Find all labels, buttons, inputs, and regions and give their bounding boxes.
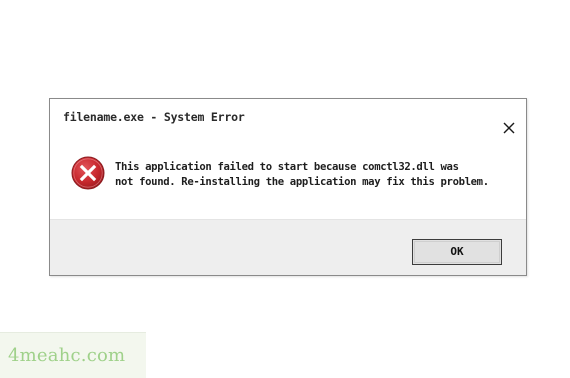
watermark: 4meahc.com	[0, 332, 146, 378]
error-icon	[70, 155, 106, 191]
dialog-body: This application failed to start because…	[50, 135, 526, 221]
error-message: This application failed to start because…	[115, 160, 515, 190]
watermark-text: 4meahc.com	[8, 345, 126, 366]
dialog-titlebar[interactable]: filename.exe - System Error	[50, 99, 526, 135]
screen: filename.exe - System Error This applica…	[0, 0, 570, 378]
system-error-dialog: filename.exe - System Error This applica…	[49, 98, 527, 276]
error-message-line-1: This application failed to start because…	[115, 161, 459, 173]
dialog-title: filename.exe - System Error	[63, 110, 245, 124]
dialog-footer: OK	[50, 219, 526, 275]
error-message-line-2: not found. Re-installing the application…	[115, 176, 489, 188]
ok-button[interactable]: OK	[412, 239, 502, 265]
